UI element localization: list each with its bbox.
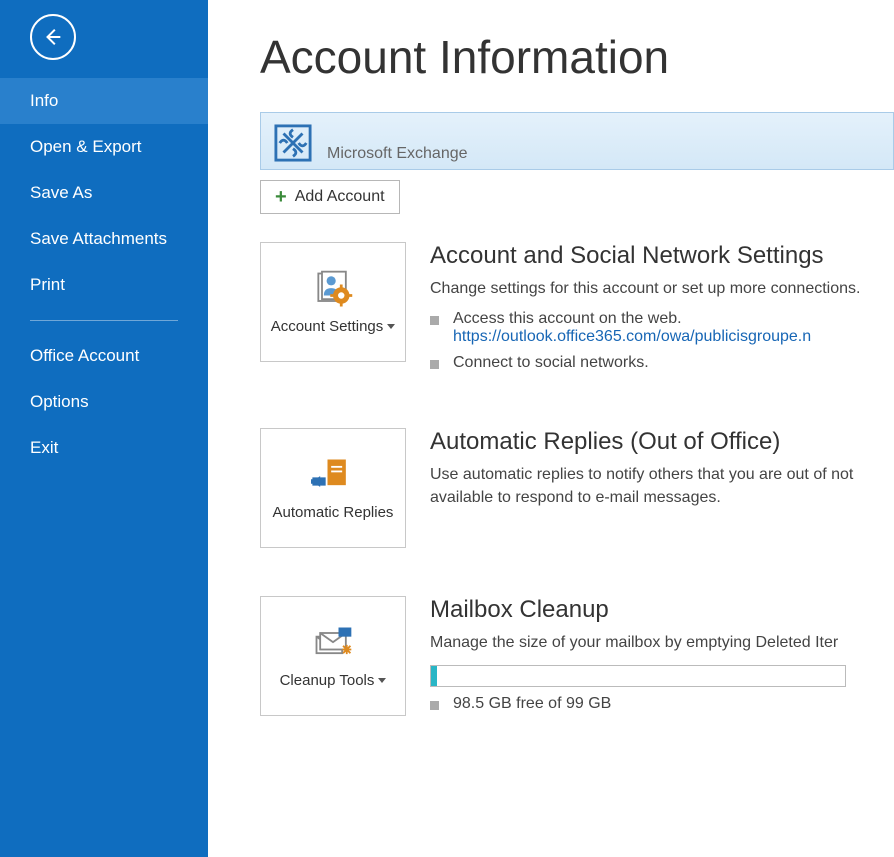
cleanup-tools-label: Cleanup Tools — [280, 672, 387, 691]
nav-options[interactable]: Options — [0, 379, 208, 425]
arrow-left-icon — [42, 26, 64, 48]
cleanup-section-title: Mailbox Cleanup — [430, 596, 894, 624]
settings-bullet-social: Connect to social networks. — [453, 354, 649, 372]
nav-info[interactable]: Info — [0, 78, 208, 124]
account-settings-icon — [311, 268, 355, 312]
add-account-button[interactable]: + Add Account — [260, 180, 400, 214]
plus-icon: + — [275, 187, 287, 207]
cleanup-tools-tile[interactable]: Cleanup Tools — [260, 596, 406, 716]
auto-section-desc: Use automatic replies to notify others t… — [430, 464, 894, 509]
mailbox-usage-fill — [431, 666, 437, 686]
automatic-replies-tile[interactable]: Automatic Replies — [260, 428, 406, 548]
page-title: Account Information — [260, 30, 894, 84]
settings-section-desc: Change settings for this account or set … — [430, 278, 894, 300]
nav-save-as[interactable]: Save As — [0, 170, 208, 216]
cleanup-tools-icon — [311, 622, 355, 666]
bullet-icon — [430, 701, 439, 710]
bullet-icon — [430, 360, 439, 369]
account-settings-label: Account Settings — [271, 318, 396, 337]
exchange-icon — [273, 123, 313, 163]
nav-open-export[interactable]: Open & Export — [0, 124, 208, 170]
cleanup-section-desc: Manage the size of your mailbox by empty… — [430, 632, 894, 654]
back-button[interactable] — [30, 14, 76, 60]
main-content: Account Information Microsoft Exchange +… — [208, 0, 894, 857]
nav-separator — [30, 320, 178, 321]
automatic-replies-label: Automatic Replies — [273, 504, 394, 523]
account-settings-tile[interactable]: Account Settings — [260, 242, 406, 362]
account-selector[interactable]: Microsoft Exchange — [260, 112, 894, 170]
automatic-replies-icon — [311, 454, 355, 498]
nav-print[interactable]: Print — [0, 262, 208, 308]
owa-link[interactable]: https://outlook.office365.com/owa/public… — [453, 328, 811, 346]
storage-text: 98.5 GB free of 99 GB — [453, 695, 611, 713]
account-type-label: Microsoft Exchange — [327, 145, 468, 163]
nav-save-attachments[interactable]: Save Attachments — [0, 216, 208, 262]
settings-bullet-webaccess: Access this account on the web. — [453, 310, 811, 328]
auto-section-title: Automatic Replies (Out of Office) — [430, 428, 894, 456]
backstage-sidebar: Info Open & Export Save As Save Attachme… — [0, 0, 208, 857]
bullet-icon — [430, 316, 439, 325]
nav-office-account[interactable]: Office Account — [0, 333, 208, 379]
mailbox-usage-bar — [430, 665, 846, 687]
nav-exit[interactable]: Exit — [0, 425, 208, 471]
settings-section-title: Account and Social Network Settings — [430, 242, 894, 270]
add-account-label: Add Account — [295, 188, 385, 206]
